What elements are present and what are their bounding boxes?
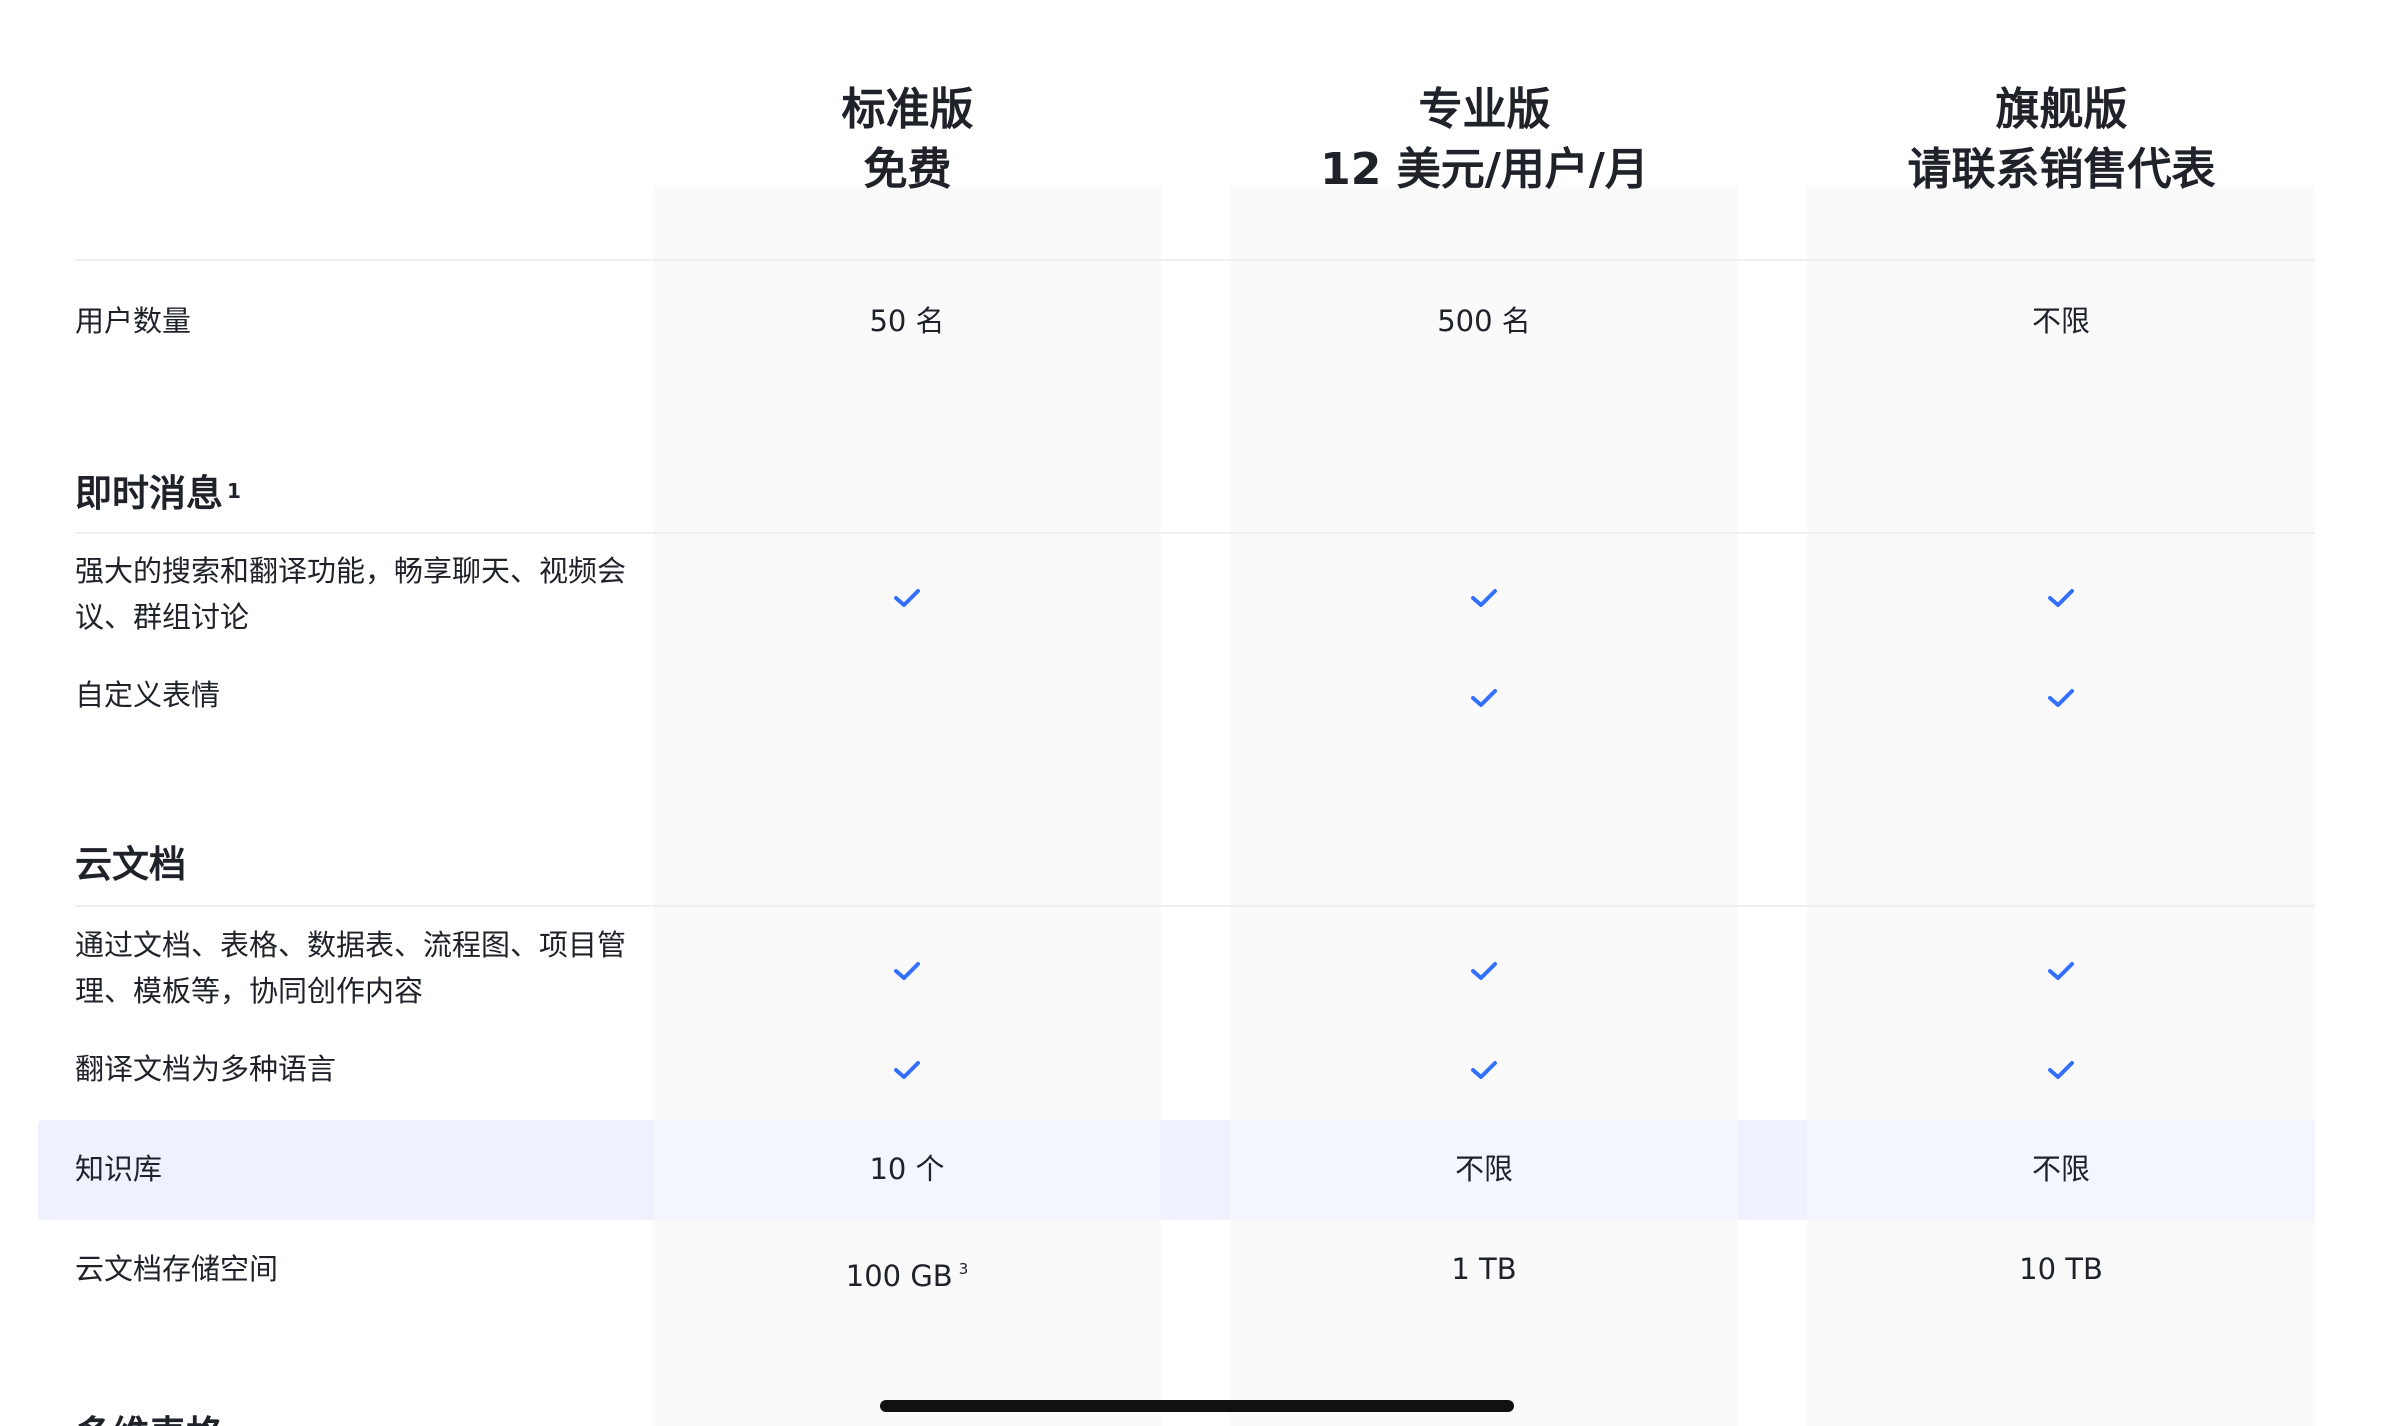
cell-users-pro: 500 名: [1437, 304, 1531, 338]
row-label-storage: 云文档存储空间: [75, 1252, 279, 1286]
pro-column-panel: [1230, 185, 1738, 1426]
plan-price: 免费: [863, 144, 952, 195]
footnote-marker: 1: [227, 479, 241, 503]
section-title-docs: 云文档: [75, 843, 186, 886]
row-label-docs-collab: 通过文档、表格、数据表、流程图、项目管理、模板等，协同创作内容: [75, 928, 627, 1008]
checkmark-icon: [653, 951, 1161, 991]
plan-header-enterprise: 旗舰版 请联系销售代表: [1773, 80, 2350, 200]
cell-storage-value: 100 GB: [845, 1259, 953, 1293]
row-label-wiki: 知识库: [75, 1152, 163, 1186]
row-label-im-search: 强大的搜索和翻译功能，畅享聊天、视频会议、群组讨论: [75, 554, 627, 634]
section-divider: [75, 905, 2315, 907]
plan-name: 标准版: [841, 84, 974, 135]
checkmark-icon: [1230, 578, 1738, 618]
header-divider: [75, 259, 2315, 261]
checkmark-icon: [653, 578, 1161, 618]
standard-column-panel: [653, 185, 1161, 1426]
plan-header-pro: 专业版 12 美元/用户/月: [1196, 80, 1773, 200]
cell-wiki-standard: 10 个: [869, 1152, 945, 1186]
cell-users-enterprise: 不限: [2031, 304, 2090, 338]
plan-price: 请联系销售代表: [1907, 144, 2216, 195]
footnote-marker: 3: [958, 1260, 969, 1278]
cell-storage-standard: 100 GB 3: [653, 1246, 1161, 1299]
checkmark-icon: [1230, 678, 1738, 718]
checkmark-icon: [1807, 951, 2315, 991]
plan-price: 12 美元/用户/月: [1320, 144, 1649, 195]
section-divider: [75, 532, 2315, 534]
checkmark-icon: [653, 1050, 1161, 1090]
checkmark-icon: [1230, 951, 1738, 991]
plan-name: 旗舰版: [1995, 84, 2128, 135]
checkmark-icon: [1807, 678, 2315, 718]
home-indicator[interactable]: [880, 1400, 1514, 1412]
section-title-bitable: 多维表格: [75, 1410, 223, 1426]
cell-storage-pro: 1 TB: [1451, 1252, 1517, 1286]
row-label-users: 用户数量: [75, 304, 192, 338]
checkmark-icon: [1807, 578, 2315, 618]
checkmark-icon: [1807, 1050, 2315, 1090]
row-label-im-emoji: 自定义表情: [75, 678, 221, 712]
cell-wiki-enterprise: 不限: [2031, 1152, 2090, 1186]
enterprise-column-panel: [1807, 185, 2315, 1426]
row-label-docs-translate: 翻译文档为多种语言: [75, 1052, 337, 1086]
cell-storage-enterprise: 10 TB: [2019, 1252, 2103, 1286]
cell-users-standard: 50 名: [869, 304, 945, 338]
section-title-text: 即时消息: [75, 472, 223, 515]
plan-name: 专业版: [1418, 84, 1551, 135]
plan-header-standard: 标准版 免费: [619, 80, 1196, 200]
pricing-comparison-page: 标准版 免费 专业版 12 美元/用户/月 旗舰版 请联系销售代表 用户数量 5…: [0, 0, 2388, 1426]
checkmark-icon: [1230, 1050, 1738, 1090]
section-title-im: 即时消息 1: [75, 466, 241, 519]
cell-wiki-pro: 不限: [1454, 1152, 1513, 1186]
